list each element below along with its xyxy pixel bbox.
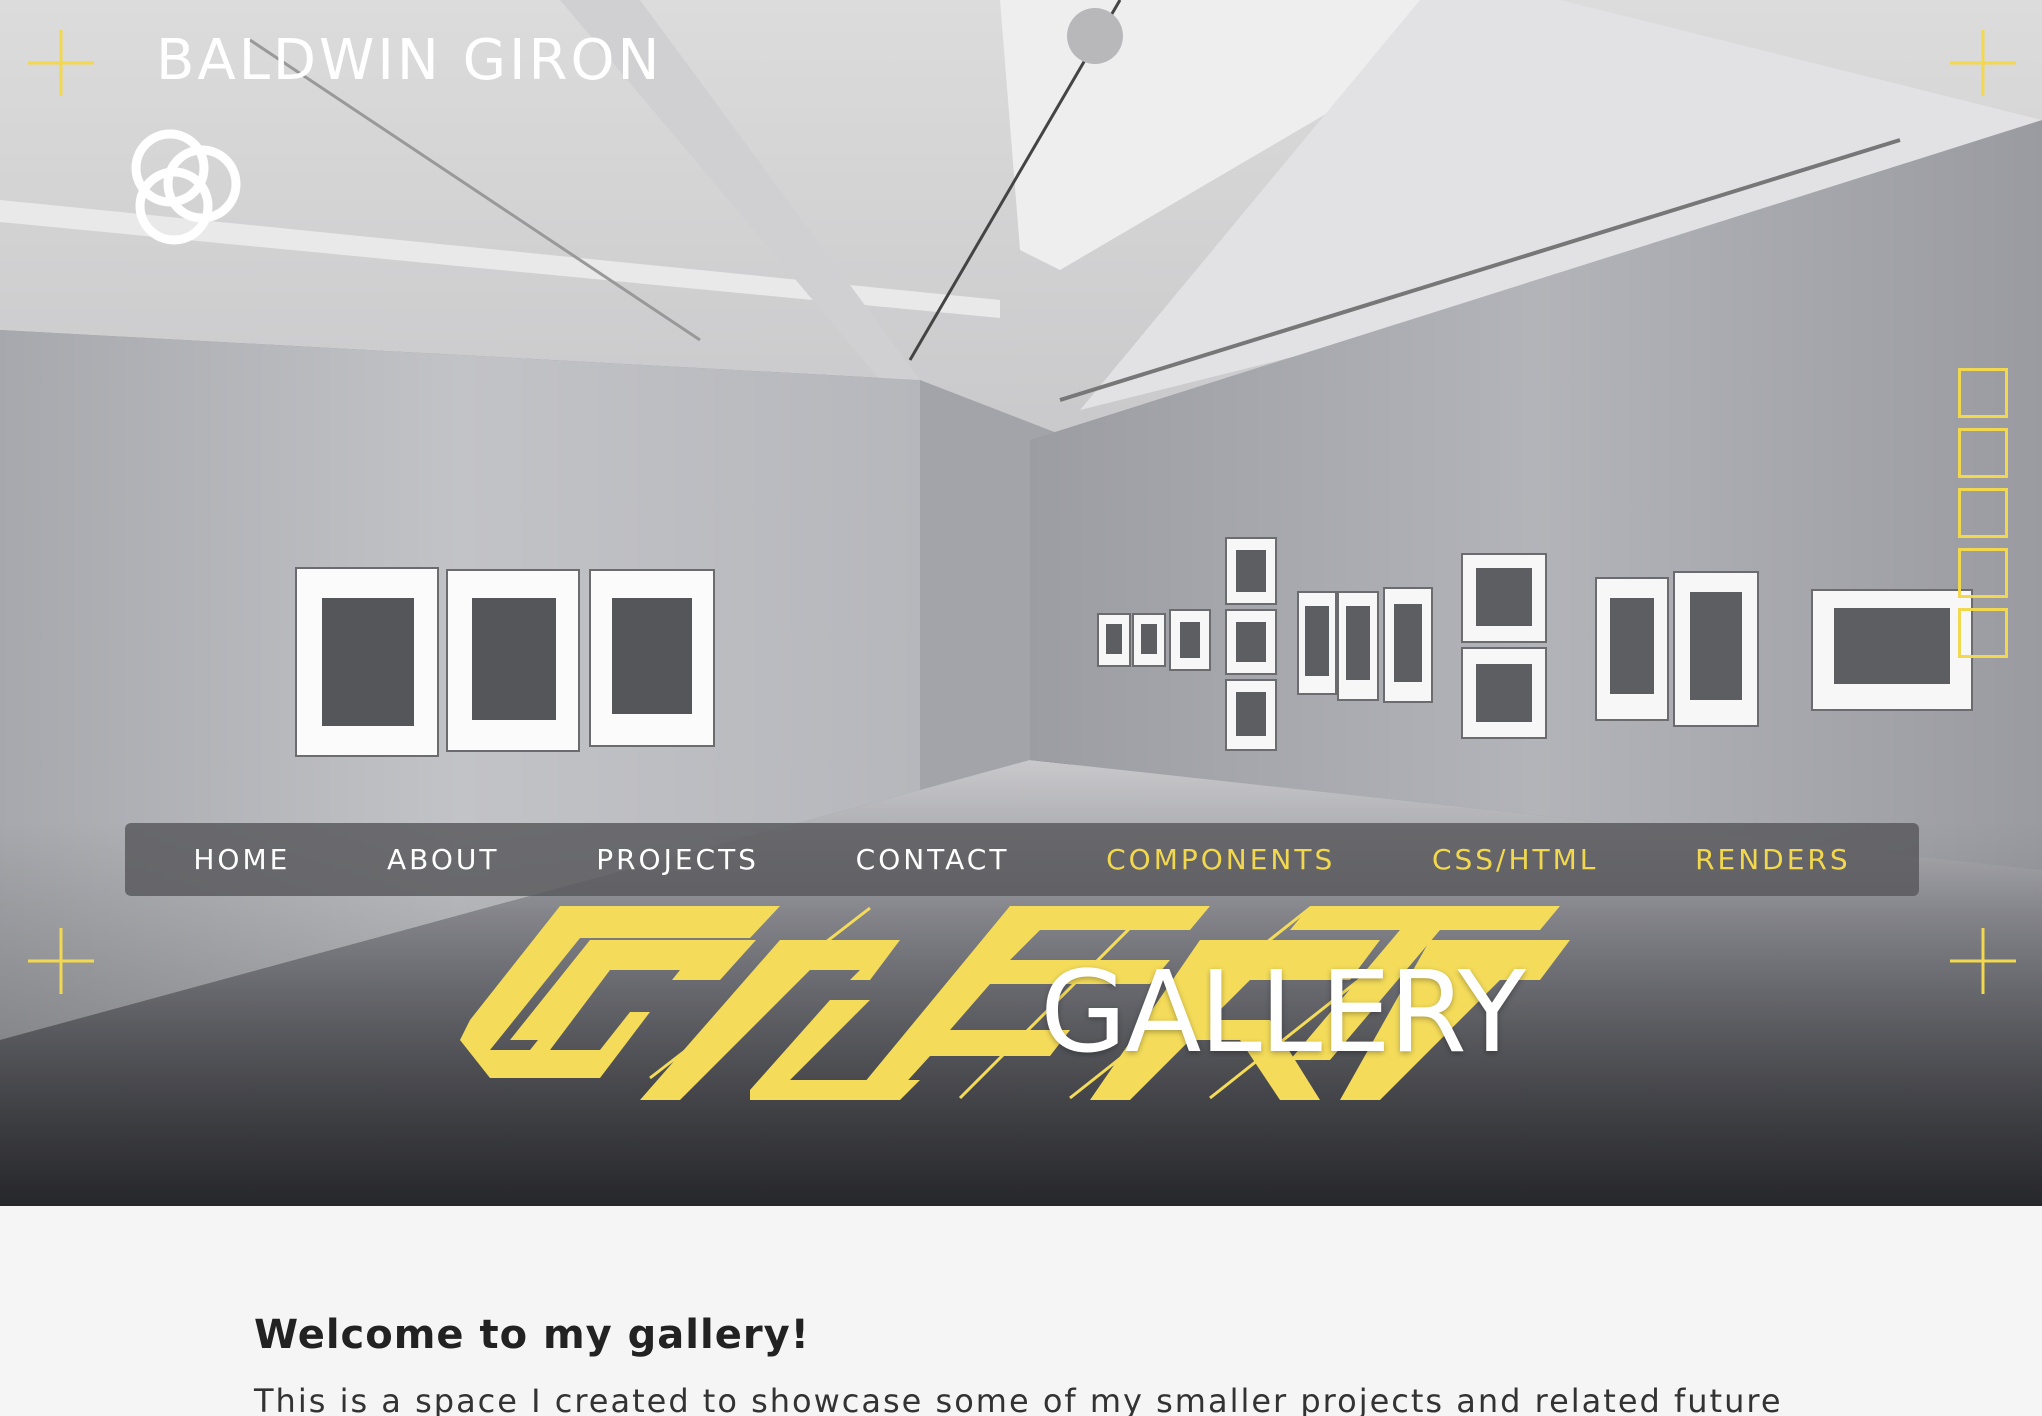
brand-name[interactable]: BALDWIN GIRON [156,28,662,93]
side-nav-square[interactable] [1958,488,2008,538]
nav-link-home[interactable]: HOME [193,843,290,876]
page: BALDWIN GIRON HOME ABOUT PROJECTS CONTAC… [0,0,2042,1416]
nav-link-projects[interactable]: PROJECTS [596,843,759,876]
nav-link-contact[interactable]: CONTACT [856,843,1010,876]
welcome-heading: Welcome to my gallery! [254,1312,810,1358]
corner-plus-icon [28,30,94,96]
side-nav-square[interactable] [1958,548,2008,598]
nav-link-components[interactable]: COMPONENTS [1106,843,1335,876]
content-section: Welcome to my gallery! This is a space I… [0,1206,2042,1416]
hero-section: BALDWIN GIRON HOME ABOUT PROJECTS CONTAC… [0,0,2042,1206]
side-nav-square[interactable] [1958,428,2008,478]
side-nav-square[interactable] [1958,608,2008,658]
side-nav [1958,368,2008,658]
nav-link-about[interactable]: ABOUT [387,843,500,876]
nav-link-renders[interactable]: RENDERS [1695,843,1851,876]
welcome-paragraph: This is a space I created to showcase so… [254,1382,1783,1416]
nav-link-css-html[interactable]: CSS/HTML [1432,843,1598,876]
side-nav-square[interactable] [1958,368,2008,418]
gallery-title: GALLERY [1040,948,1526,1078]
corner-plus-icon [1950,928,2016,994]
corner-plus-icon [28,928,94,994]
main-nav: HOME ABOUT PROJECTS CONTACT COMPONENTS C… [125,823,1919,896]
corner-plus-icon [1950,30,2016,96]
interlocking-rings-icon[interactable] [124,124,246,250]
